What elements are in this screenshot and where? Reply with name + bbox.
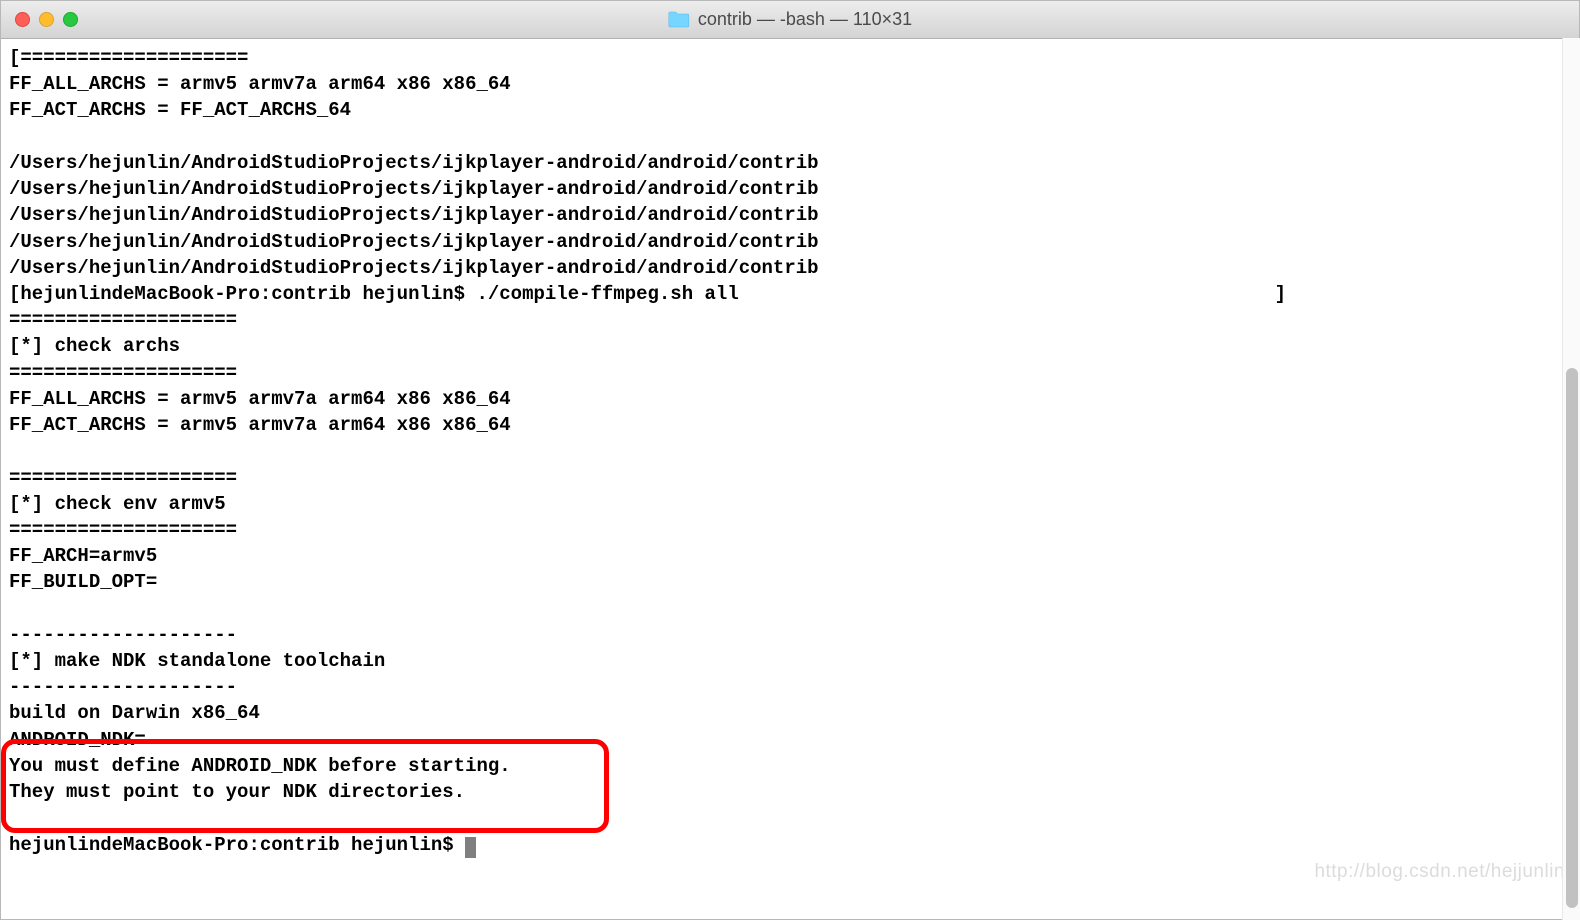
terminal-line: build on Darwin x86_64 [9, 702, 260, 724]
folder-icon [668, 10, 690, 28]
terminal-prompt: hejunlindeMacBook-Pro:contrib hejunlin$ [9, 834, 465, 856]
terminal-line: [*] make NDK standalone toolchain [9, 650, 385, 672]
terminal-line: /Users/hejunlin/AndroidStudioProjects/ij… [9, 152, 819, 174]
window-title-text: contrib — -bash — 110×31 [698, 7, 912, 32]
terminal-line: ==================== [9, 519, 237, 541]
titlebar: contrib — -bash — 110×31 [1, 1, 1579, 39]
terminal-line: -------------------- [9, 676, 237, 698]
terminal-line: ==================== [9, 309, 237, 331]
terminal-line: FF_ALL_ARCHS = armv5 armv7a arm64 x86 x8… [9, 388, 511, 410]
terminal-line: FF_ACT_ARCHS = armv5 armv7a arm64 x86 x8… [9, 414, 511, 436]
terminal-line: /Users/hejunlin/AndroidStudioProjects/ij… [9, 204, 819, 226]
traffic-lights [15, 12, 78, 27]
terminal-line: [==================== [9, 47, 248, 69]
terminal-line: [*] check env armv5 [9, 493, 226, 515]
terminal-line: [*] check archs [9, 335, 180, 357]
terminal-line: They must point to your NDK directories. [9, 781, 465, 803]
terminal-line: ==================== [9, 362, 237, 384]
terminal-line: /Users/hejunlin/AndroidStudioProjects/ij… [9, 257, 819, 279]
terminal-line: /Users/hejunlin/AndroidStudioProjects/ij… [9, 231, 819, 253]
terminal-body[interactable]: [==================== FF_ALL_ARCHS = arm… [1, 39, 1579, 919]
terminal-line: [hejunlindeMacBook-Pro:contrib hejunlin$… [9, 283, 1286, 305]
terminal-line: -------------------- [9, 624, 237, 646]
terminal-line: FF_ARCH=armv5 [9, 545, 157, 567]
maximize-button[interactable] [63, 12, 78, 27]
minimize-button[interactable] [39, 12, 54, 27]
close-button[interactable] [15, 12, 30, 27]
scroll-thumb[interactable] [1566, 368, 1578, 908]
terminal-line: FF_ACT_ARCHS = FF_ACT_ARCHS_64 [9, 99, 351, 121]
terminal-line: /Users/hejunlin/AndroidStudioProjects/ij… [9, 178, 819, 200]
terminal-line: You must define ANDROID_NDK before start… [9, 755, 511, 777]
terminal-line: FF_ALL_ARCHS = armv5 armv7a arm64 x86 x8… [9, 73, 511, 95]
scrollbar[interactable] [1562, 38, 1580, 920]
watermark: http://blog.csdn.net/hejjunlin [1314, 859, 1565, 885]
terminal-line: ==================== [9, 467, 237, 489]
terminal-line: FF_BUILD_OPT= [9, 571, 157, 593]
terminal-line: ANDROID_NDK= [9, 729, 146, 751]
terminal-window: contrib — -bash — 110×31 [==============… [0, 0, 1580, 920]
window-title: contrib — -bash — 110×31 [668, 7, 912, 32]
cursor-icon [465, 837, 476, 858]
